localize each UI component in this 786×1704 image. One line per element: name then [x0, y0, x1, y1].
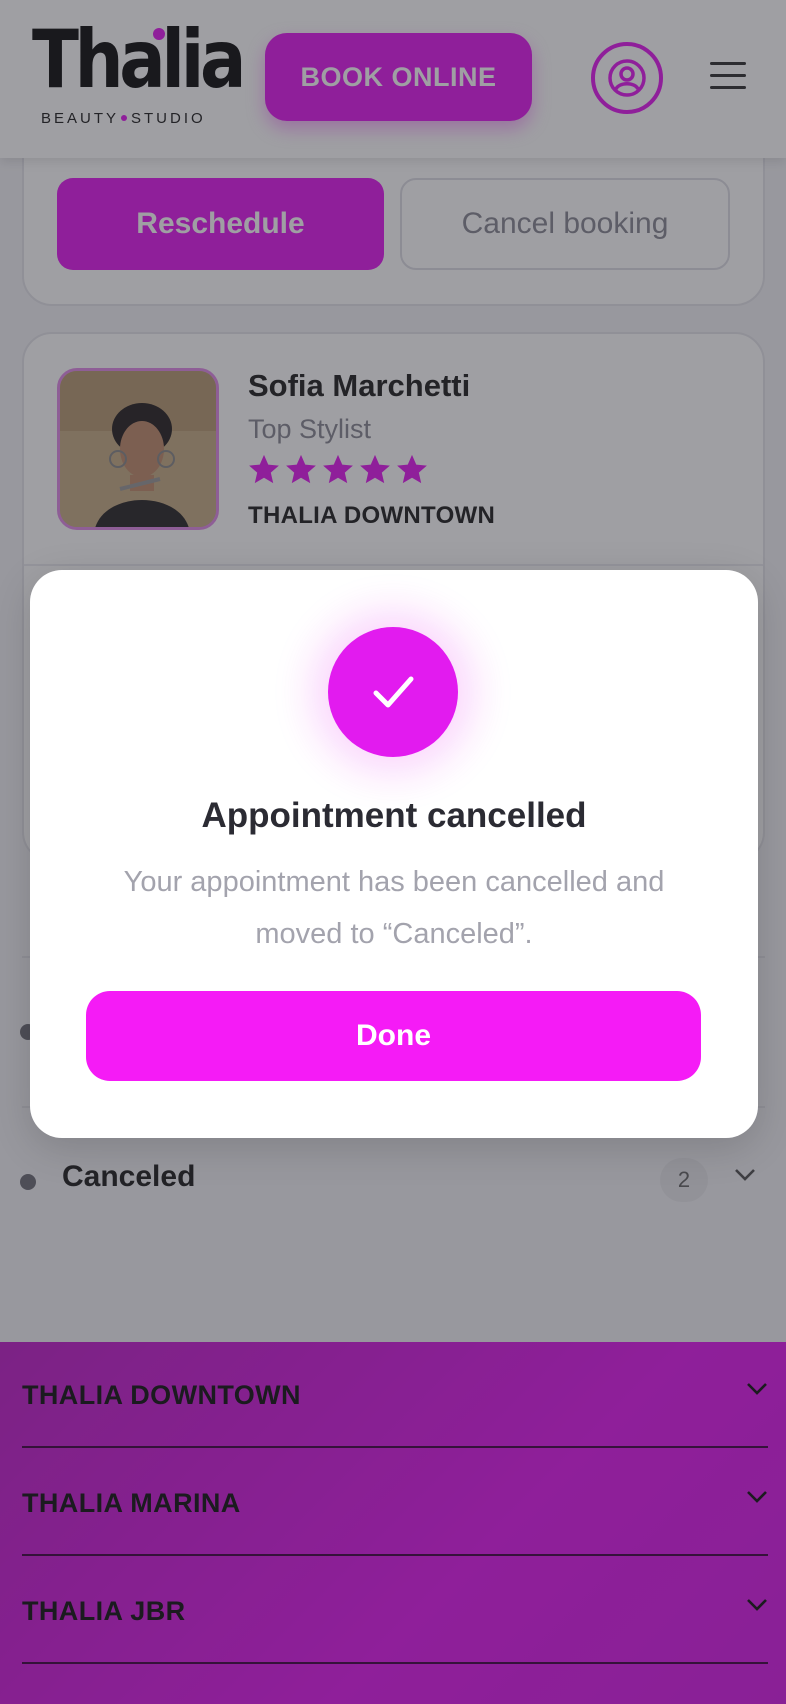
success-check-icon	[328, 627, 458, 757]
done-button[interactable]: Done	[86, 991, 701, 1081]
cancellation-success-dialog: Appointment cancelled Your appointment h…	[30, 570, 758, 1138]
dialog-title: Appointment cancelled	[201, 796, 587, 835]
dialog-message: Your appointment has been cancelled and …	[123, 866, 665, 950]
